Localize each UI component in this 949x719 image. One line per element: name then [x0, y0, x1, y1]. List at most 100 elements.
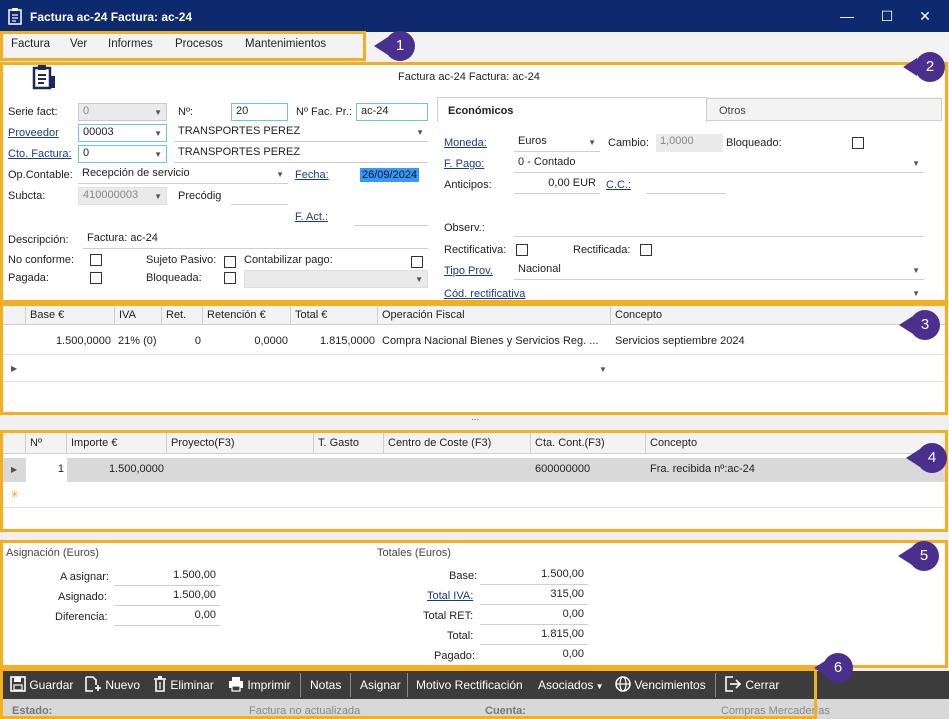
lines-col-centrocoste[interactable]: Centro de Coste (F3)	[384, 432, 531, 454]
table-row-new[interactable]: ▶ ▼	[2, 356, 947, 382]
lines-col-selector	[2, 432, 26, 454]
cerrar-button[interactable]: Cerrar	[724, 676, 779, 694]
table-row[interactable]: ▶ 1 1.500,0000 600000000 Fra. recibida n…	[2, 458, 947, 482]
fact-input[interactable]	[354, 208, 428, 226]
close-button[interactable]: ✕	[902, 0, 948, 32]
badge-6: 6	[823, 653, 853, 683]
line-concepto-cell: Fra. recibida nº:ac-24	[650, 463, 755, 475]
new-row-icon: ✳	[10, 489, 20, 501]
fecha-input[interactable]: 26/09/2024	[356, 166, 428, 184]
menu-informes[interactable]: Informes	[108, 38, 153, 50]
num-input[interactable]: 20	[231, 103, 288, 121]
tax-col-iva[interactable]: IVA	[115, 306, 162, 324]
rectificada-checkbox[interactable]	[640, 244, 652, 256]
ctofactura-link[interactable]: Cto. Factura:	[8, 148, 72, 160]
tax-col-concepto[interactable]: Concepto	[611, 306, 947, 324]
lines-col-tgasto[interactable]: T. Gasto	[314, 432, 384, 454]
chevron-down-icon[interactable]: ▼	[599, 365, 607, 374]
asignacion-title: Asignación (Euros)	[6, 547, 99, 559]
proveedor-name-select[interactable]: TRANSPORTES PEREZ ▼	[174, 124, 428, 142]
imprimir-button[interactable]: Imprimir	[228, 676, 291, 694]
tax-col-ret[interactable]: Ret.	[162, 306, 203, 324]
line-importe-cell: 1.500,0000	[108, 463, 164, 475]
moneda-select[interactable]: Euros ▼	[514, 134, 600, 152]
precodig-input[interactable]	[231, 187, 288, 205]
lines-col-ctacont[interactable]: Cta. Cont.(F3)	[531, 432, 646, 454]
anticipos-input[interactable]: 0,00 EUR	[514, 176, 600, 194]
proveedor-link[interactable]: Proveedor	[8, 127, 59, 139]
splitter[interactable]: ...	[2, 412, 947, 426]
opcontable-select[interactable]: Recepción de servicio ▼	[78, 166, 288, 184]
estado-label: Estado:	[12, 705, 53, 717]
cuenta-value: Compras Mercaderías	[721, 705, 830, 717]
fpago-select[interactable]: 0 - Contado ▼	[514, 155, 924, 173]
bloqueado-checkbox[interactable]	[852, 137, 864, 149]
proveedor-select[interactable]: 00003 ▼	[78, 124, 167, 142]
fecha-link[interactable]: Fecha:	[295, 169, 329, 181]
tab-otros[interactable]: Otros	[707, 98, 942, 121]
tax-operacion-cell: Compra Nacional Bienes y Servicios Reg. …	[382, 335, 599, 347]
tax-concepto-cell: Servicios septiembre 2024	[615, 335, 745, 347]
menu-factura[interactable]: Factura	[11, 38, 50, 50]
codrect-select[interactable]: ▼	[514, 285, 924, 301]
menu-procesos[interactable]: Procesos	[175, 38, 223, 50]
lines-col-proyecto[interactable]: Proyecto(F3)	[167, 432, 314, 454]
moneda-link[interactable]: Moneda:	[444, 137, 487, 149]
observ-input[interactable]	[514, 219, 924, 237]
table-row-new[interactable]: ✳	[2, 482, 947, 508]
contabilizar-checkbox[interactable]	[411, 256, 423, 268]
cc-link[interactable]: C.C.:	[606, 179, 631, 191]
eliminar-button[interactable]: Eliminar	[153, 676, 214, 694]
asociados-dropdown[interactable]: Asociados ▼	[538, 676, 604, 694]
rectificativa-checkbox[interactable]	[516, 244, 528, 256]
ctofactura-select[interactable]: 0 ▼	[78, 145, 167, 163]
printer-icon	[229, 677, 243, 692]
vencimientos-button[interactable]: Vencimientos	[615, 676, 706, 694]
tax-iva-cell: 21% (0)	[118, 335, 157, 347]
guardar-button[interactable]: Guardar	[10, 676, 73, 694]
subcta-select[interactable]: 410000003 ▼	[78, 187, 167, 205]
nfacpr-input[interactable]: ac-24	[356, 103, 428, 121]
pagada-checkbox[interactable]	[90, 272, 102, 284]
menu-mantenimientos[interactable]: Mantenimientos	[245, 38, 326, 50]
invoice-document-icon	[32, 65, 55, 90]
table-row[interactable]: 1.500,0000 21% (0) 0 0,0000 1.815,0000 C…	[2, 325, 947, 355]
notas-button[interactable]: Notas	[310, 676, 341, 694]
chevron-down-icon: ▼	[593, 682, 604, 691]
tipoprov-select[interactable]: Nacional ▼	[514, 262, 924, 280]
lines-col-num[interactable]: Nº	[26, 432, 67, 454]
total-ret-label: Total RET:	[423, 610, 474, 622]
tipoprov-link[interactable]: Tipo Prov.	[444, 265, 493, 277]
nfacpr-label: Nº Fac. Pr.:	[296, 106, 352, 118]
exit-icon	[725, 676, 742, 692]
bloqueada-checkbox[interactable]	[224, 272, 236, 284]
motivo-rectificacion-button[interactable]: Motivo Rectificación	[416, 676, 523, 694]
tax-col-operacion[interactable]: Operación Fiscal	[378, 306, 611, 324]
cc-input[interactable]	[646, 176, 726, 194]
descripcion-input[interactable]: Factura: ac-24	[83, 231, 428, 249]
lines-grid: Nº Importe € Proyecto(F3) T. Gasto Centr…	[2, 432, 947, 532]
tab-economicos[interactable]: Económicos	[437, 97, 707, 122]
nuevo-button[interactable]: Nuevo	[84, 676, 140, 694]
serie-select[interactable]: 0 ▼	[78, 103, 167, 121]
noconforme-checkbox[interactable]	[90, 254, 102, 266]
cambio-input[interactable]: 1,0000	[656, 134, 723, 152]
menu-ver[interactable]: Ver	[70, 38, 87, 50]
asignar-button[interactable]: Asignar	[360, 676, 401, 694]
tax-col-base[interactable]: Base €	[26, 306, 115, 324]
lines-col-importe[interactable]: Importe €	[67, 432, 167, 454]
lines-col-concepto[interactable]: Concepto	[646, 432, 947, 454]
a-asignar-label: A asignar:	[60, 571, 109, 583]
bloqueada-select[interactable]: ▼	[244, 270, 428, 288]
line-num-cell[interactable]: 1	[26, 458, 67, 482]
total-iva-link[interactable]: Total IVA:	[427, 590, 473, 602]
fpago-link[interactable]: F. Pago:	[444, 158, 484, 170]
tax-col-retencion[interactable]: Retención €	[203, 306, 291, 324]
sujetopasivo-checkbox[interactable]	[224, 256, 236, 268]
tax-col-total[interactable]: Total €	[291, 306, 378, 324]
tax-grid: Base € IVA Ret. Retención € Total € Oper…	[2, 306, 947, 414]
fact-link[interactable]: F. Act.:	[295, 211, 328, 223]
diferencia-value: 0,00	[114, 608, 220, 626]
window-title: Factura ac-24 Factura: ac-24	[30, 10, 193, 24]
pagado-value: 0,00	[562, 648, 584, 660]
